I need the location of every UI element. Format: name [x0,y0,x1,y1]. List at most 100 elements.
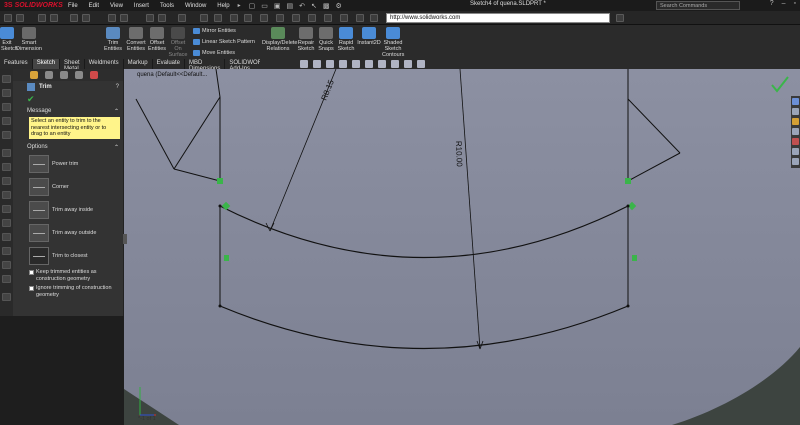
mirror-entities-button[interactable]: Mirror Entities [193,28,236,34]
forum-icon[interactable] [792,158,799,165]
tab-mbd-dimensions[interactable]: MBD Dimensions [185,59,226,72]
minimize-icon[interactable]: – [782,0,786,7]
instant2d-button[interactable]: Instant2D [357,27,381,46]
sketch-tool-icon[interactable] [2,261,11,269]
message-group-header[interactable]: Message ⌃ [27,108,123,115]
tab-features[interactable]: Features [0,59,33,69]
rectangle-icon[interactable] [108,14,116,22]
sketch-tool-icon[interactable] [2,233,11,241]
vertical-relation-icon[interactable] [632,255,637,261]
arc-icon[interactable] [50,14,58,22]
property-manager-icon[interactable] [2,89,11,97]
select-icon[interactable]: ↖ [311,2,317,10]
apply-scene-icon[interactable] [404,60,412,68]
display-style-icon[interactable] [365,60,373,68]
smart-dimension-button[interactable]: Smart Dimension [16,27,42,52]
display-manager-tab-icon[interactable] [90,71,98,79]
sketch-tool-icon[interactable] [2,219,11,227]
sketch-tool-icon[interactable] [2,275,11,283]
pin-menu-icon[interactable]: ▸ [238,2,241,9]
new-icon[interactable]: ▢ [249,2,256,10]
undo-icon[interactable]: ↶ [299,2,305,10]
zoom-area-icon[interactable] [313,60,321,68]
view-settings-icon[interactable] [417,60,425,68]
sketch-canvas[interactable]: R8.15 R10.00 [124,69,800,425]
coincident-relation-icon[interactable] [217,178,223,184]
circle-icon[interactable] [70,14,78,22]
convert-entities-button[interactable]: Convert Entities [125,27,147,52]
option-power-trim[interactable]: Power trim [29,154,123,174]
scene-icon[interactable] [370,14,378,22]
view-orientation-icon[interactable] [352,60,360,68]
custom-properties-icon[interactable] [792,148,799,155]
zoom-to-fit-icon[interactable] [300,60,308,68]
hide-show-items-icon[interactable] [378,60,386,68]
display-manager-icon[interactable] [2,131,11,139]
polygon-icon[interactable] [82,14,90,22]
previous-view-icon[interactable] [326,60,334,68]
menu-tools[interactable]: Tools [160,3,174,9]
design-library-icon[interactable] [792,108,799,115]
option-trim-away-inside[interactable]: Trim away inside [29,200,123,220]
zoom-icon[interactable] [16,14,24,22]
sketch-point[interactable] [218,304,222,308]
select-tool-icon[interactable] [4,14,12,22]
tab-sketch[interactable]: Sketch [32,59,61,69]
solidworks-logo[interactable]: 3S SOLIDWORKS [0,2,63,9]
section-view-icon[interactable] [339,60,347,68]
vertical-relation-icon[interactable] [224,255,229,261]
print-icon[interactable]: ▤ [287,2,294,10]
section-view-icon[interactable] [308,14,316,22]
checkbox-icon[interactable] [29,286,34,291]
sketch-tool-icon[interactable] [2,247,11,255]
help-icon[interactable]: ? [770,0,774,7]
go-icon[interactable] [616,14,624,22]
chamfer-icon[interactable] [230,14,238,22]
view-palette-icon[interactable] [792,128,799,135]
options-group-header[interactable]: Options ⌃ [27,144,123,151]
shaded-sketch-contours-button[interactable]: Shaded Sketch Contours [382,27,404,58]
plane-icon[interactable] [260,14,268,22]
display-style-icon[interactable] [324,14,332,22]
restore-icon[interactable]: ▫ [794,0,796,7]
url-input[interactable]: http://www.solidworks.com [386,13,610,23]
fillet-icon[interactable] [214,14,222,22]
sketch-tool-icon[interactable] [2,205,11,213]
exit-sketch-button[interactable]: Exit Sketch [0,27,18,52]
configuration-icon[interactable] [2,103,11,111]
ok-button[interactable]: ✔ [13,93,123,105]
sketch-tool-icon[interactable] [2,177,11,185]
quick-snaps-button[interactable]: Quick Snaps [318,27,334,52]
menu-view[interactable]: View [110,3,123,9]
tab-evaluate[interactable]: Evaluate [153,59,185,69]
rebuild-icon[interactable]: ▩ [323,2,330,10]
offset-entities-button[interactable]: Offset Entities [147,27,167,52]
sketch-point[interactable] [626,204,630,208]
menu-help[interactable]: Help [217,3,229,9]
save-icon[interactable]: ▣ [274,2,281,10]
tab-markup[interactable]: Markup [124,59,153,69]
menu-insert[interactable]: Insert [134,3,149,9]
sketch-point[interactable] [626,304,630,308]
dimxpert-manager-tab-icon[interactable] [75,71,83,79]
configuration-manager-tab-icon[interactable] [60,71,68,79]
repair-sketch-button[interactable]: Repair Sketch [297,27,315,52]
sketch-tool-icon[interactable] [2,293,11,301]
sketch-tool-icon[interactable] [2,149,11,157]
graphics-area[interactable]: R8.15 R10.00 [124,69,800,425]
ignore-construction-checkbox[interactable]: Ignore trimming of construction geometry [29,285,120,298]
offset-on-surface-button[interactable]: Offset On Surface [168,27,188,58]
keep-trimmed-checkbox[interactable]: Keep trimmed entities as construction ge… [29,269,120,282]
property-manager-tab-icon[interactable] [45,71,53,79]
feature-tree-icon[interactable] [2,75,11,83]
search-commands-input[interactable]: Search Commands [656,1,740,10]
panel-collapse-handle[interactable] [123,234,127,244]
menu-window[interactable]: Window [185,3,206,9]
sketch-tool-icon[interactable] [2,163,11,171]
feature-manager-tab-icon[interactable] [30,71,38,79]
tab-weldments[interactable]: Weldments [85,59,124,69]
appearances-icon[interactable] [792,138,799,145]
sketch-tool-icon[interactable] [2,191,11,199]
file-explorer-icon[interactable] [792,118,799,125]
collapse-icon[interactable]: ⌃ [114,144,119,151]
